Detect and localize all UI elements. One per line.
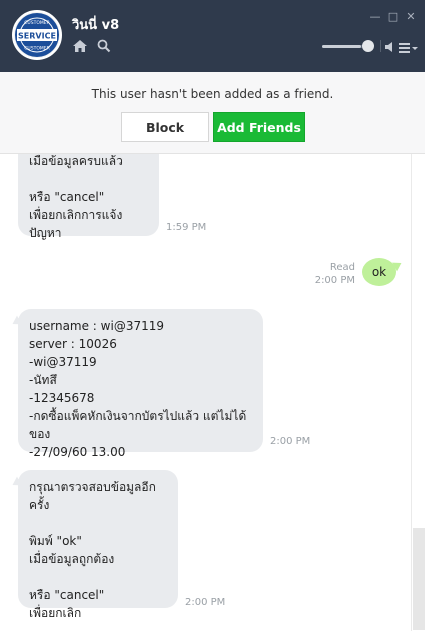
chat-header: SERVICE CUSTOMER CUSTOMER วินนี่ v8 — □ …: [0, 0, 425, 72]
avatar-ring-text-bottom: CUSTOMER: [24, 46, 49, 52]
search-icon[interactable]: [97, 38, 111, 57]
scrollbar-thumb[interactable]: [413, 528, 425, 630]
avatar-ring-text: CUSTOMER: [24, 20, 49, 26]
home-icon[interactable]: [72, 38, 88, 57]
read-status: Read: [329, 262, 355, 273]
outgoing-message-bubble: ok: [362, 258, 396, 286]
header-divider: [380, 40, 381, 52]
volume-slider-fill: [322, 45, 362, 48]
maximize-button[interactable]: □: [386, 10, 400, 24]
volume-slider-handle[interactable]: [362, 40, 374, 52]
avatar[interactable]: SERVICE CUSTOMER CUSTOMER: [12, 10, 62, 60]
incoming-message-bubble: username : wi@37119 server : 10026 -wi@3…: [18, 309, 263, 459]
message-time: 1:59 PM: [166, 222, 207, 233]
incoming-message-bubble: กรุณาตรวจสอบข้อมูลอีกครั้ง พิมพ์ "ok" เม…: [18, 470, 178, 620]
message-list[interactable]: เมื่อข้อมูลครบแล้ว หรือ "cancel" เพื่อยก…: [0, 154, 411, 631]
block-button[interactable]: Block: [121, 112, 209, 142]
menu-icon[interactable]: [399, 39, 419, 58]
message-time: 2:00 PM: [314, 275, 355, 286]
avatar-text: SERVICE: [18, 32, 56, 41]
not-friend-notice: This user hasn't been added as a friend.…: [0, 72, 425, 154]
speaker-icon[interactable]: [384, 38, 396, 57]
customer-service-logo: SERVICE CUSTOMER CUSTOMER: [15, 13, 59, 57]
chat-title: วินนี่ v8: [72, 18, 120, 33]
incoming-message-bubble: เมื่อข้อมูลครบแล้ว หรือ "cancel" เพื่อยก…: [18, 154, 159, 240]
minimize-button[interactable]: —: [368, 10, 382, 24]
message-time: 2:00 PM: [270, 436, 311, 447]
close-button[interactable]: ✕: [404, 10, 418, 24]
chat-scrollbar[interactable]: [411, 154, 425, 631]
read-receipt: Read 2:00 PM: [305, 261, 355, 287]
add-friends-button[interactable]: Add Friends: [213, 112, 305, 142]
notice-text: This user hasn't been added as a friend.: [91, 87, 334, 101]
message-time: 2:00 PM: [185, 597, 226, 608]
